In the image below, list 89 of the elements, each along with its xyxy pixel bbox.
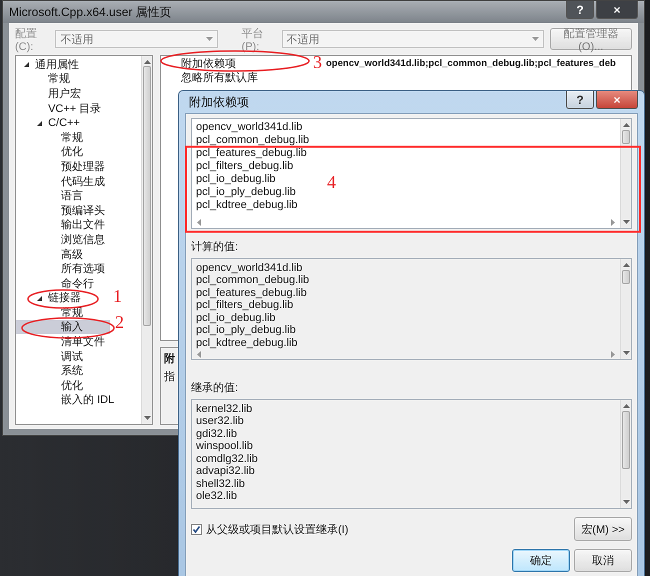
scroll-up-arrow-icon[interactable] bbox=[622, 262, 630, 266]
tree-item[interactable]: C/C++ bbox=[16, 115, 110, 130]
library-entry: gdi32.lib bbox=[196, 428, 237, 440]
tree-item[interactable]: VC++ 目录 bbox=[16, 100, 110, 116]
tree-item[interactable]: 所有选项 bbox=[16, 261, 110, 276]
annotation-number: 2 bbox=[115, 312, 124, 332]
library-entry: opencv_world341d.lib bbox=[196, 121, 302, 134]
library-entry: pcl_kdtree_debug.lib bbox=[196, 336, 298, 349]
tree-item[interactable]: 优化 bbox=[16, 378, 110, 393]
scroll-down-arrow-icon[interactable] bbox=[622, 350, 630, 356]
library-entry: pcl_io_ply_debug.lib bbox=[196, 324, 296, 336]
configuration-label: 配置(C): bbox=[15, 26, 38, 52]
property-name[interactable]: 忽略所有默认库 bbox=[181, 72, 258, 84]
library-entry: shell32.lib bbox=[196, 478, 245, 490]
scroll-left-arrow-icon[interactable] bbox=[196, 218, 201, 226]
library-entry: opencv_world341d.lib bbox=[196, 262, 302, 274]
library-entry: pcl_io_ply_debug.lib bbox=[196, 186, 296, 199]
tree-item[interactable]: 预编译头 bbox=[16, 202, 110, 218]
scrollbar[interactable] bbox=[620, 119, 631, 228]
library-entry: winspool.lib bbox=[196, 440, 253, 452]
tree-item[interactable]: 通用属性 bbox=[16, 57, 110, 72]
library-entry: pcl_features_debug.lib bbox=[196, 286, 307, 299]
annotation-number: 3 bbox=[313, 52, 322, 72]
property-name[interactable]: 附加依赖项 bbox=[181, 58, 236, 70]
cancel-button[interactable]: 取消 bbox=[574, 549, 632, 572]
tree-item[interactable]: 代码生成 bbox=[16, 174, 110, 188]
library-entry: pcl_io_debug.lib bbox=[196, 173, 276, 186]
scroll-up-arrow-icon[interactable] bbox=[144, 59, 150, 64]
library-entry: pcl_io_debug.lib bbox=[196, 312, 276, 324]
tree-item[interactable]: 优化 bbox=[16, 144, 110, 160]
description-text: 指 bbox=[164, 370, 175, 384]
tree-item[interactable]: 链接器 bbox=[16, 290, 110, 306]
checkbox[interactable] bbox=[191, 524, 202, 534]
scrollbar[interactable] bbox=[620, 258, 631, 358]
scrollbar[interactable] bbox=[141, 56, 152, 424]
scroll-down-arrow-icon[interactable] bbox=[622, 500, 630, 505]
dropdown-caret-icon[interactable] bbox=[532, 37, 539, 41]
tree-item[interactable]: 输出文件 bbox=[16, 218, 110, 232]
tree-item[interactable]: 常规 bbox=[16, 130, 110, 145]
annotation-ellipse bbox=[27, 289, 99, 309]
library-entry: kernel32.lib bbox=[196, 402, 252, 415]
library-entry: pcl_kdtree_debug.lib bbox=[196, 199, 298, 212]
inherited-values-label: 继承的值: bbox=[191, 380, 240, 394]
library-entry: comdlg32.lib bbox=[196, 452, 258, 465]
scrollbar-thumb[interactable] bbox=[622, 410, 630, 468]
scrollbar-thumb[interactable] bbox=[622, 130, 630, 144]
library-entry: pcl_common_debug.lib bbox=[196, 134, 310, 147]
scroll-right-arrow-icon[interactable] bbox=[611, 351, 616, 358]
inherit-checkbox[interactable]: 从父级或项目默认设置继承(I) bbox=[191, 522, 348, 536]
scroll-down-arrow-icon[interactable] bbox=[622, 220, 630, 224]
dropdown-caret-icon[interactable] bbox=[206, 37, 213, 41]
ok-button[interactable]: 确定 bbox=[512, 549, 570, 572]
help-button[interactable]: ? bbox=[566, 91, 594, 109]
library-entry: user32.lib bbox=[196, 415, 244, 428]
property-value[interactable]: opencv_world341d.lib;pcl_common_debug.lib;pcl_features_deb bbox=[326, 58, 616, 68]
library-entry: pcl_filters_debug.lib bbox=[196, 299, 294, 312]
computed-values-label: 计算的值: bbox=[191, 240, 240, 254]
scroll-left-arrow-icon[interactable] bbox=[196, 351, 201, 358]
library-entry: pcl_common_debug.lib bbox=[196, 274, 310, 286]
annotation-number: 4 bbox=[327, 172, 336, 192]
tree-item[interactable]: 系统 bbox=[16, 363, 110, 378]
tree-item[interactable]: 命令行 bbox=[16, 276, 110, 290]
tree-item[interactable]: 输入 bbox=[16, 320, 110, 334]
macro-button[interactable]: 宏(M) >> bbox=[574, 517, 632, 541]
tree-item[interactable]: 浏览信息 bbox=[16, 232, 110, 247]
library-entry: pcl_filters_debug.lib bbox=[196, 160, 294, 173]
annotation-number: 1 bbox=[113, 286, 122, 306]
tree-item[interactable]: 高级 bbox=[16, 246, 110, 262]
dialog-title: 附加依赖项 bbox=[189, 94, 249, 110]
scroll-down-arrow-icon[interactable] bbox=[144, 416, 150, 421]
tree-item[interactable]: 调试 bbox=[16, 348, 110, 364]
scroll-up-arrow-icon[interactable] bbox=[622, 402, 630, 408]
scrollbar-thumb[interactable] bbox=[622, 270, 630, 284]
tree-item[interactable]: 语言 bbox=[16, 188, 110, 203]
close-button[interactable]: × bbox=[596, 91, 638, 109]
library-entry: ole32.lib bbox=[196, 490, 237, 502]
scroll-right-arrow-icon[interactable] bbox=[611, 218, 616, 226]
tree-item[interactable]: 常规 bbox=[16, 72, 110, 86]
library-entry: pcl_features_debug.lib bbox=[196, 147, 307, 160]
help-button[interactable]: ? bbox=[566, 1, 594, 19]
scrollbar-thumb[interactable] bbox=[143, 66, 151, 326]
scrollbar[interactable] bbox=[620, 400, 631, 508]
scroll-up-arrow-icon[interactable] bbox=[622, 122, 630, 127]
description-title: 附 bbox=[164, 352, 175, 366]
tree-item[interactable]: 用户宏 bbox=[16, 86, 110, 101]
library-entry: advapi32.lib bbox=[196, 465, 255, 478]
tree-item[interactable]: 预处理器 bbox=[16, 159, 110, 174]
close-button[interactable]: × bbox=[596, 1, 638, 19]
window-title: Microsoft.Cpp.x64.user 属性页 bbox=[9, 4, 172, 20]
